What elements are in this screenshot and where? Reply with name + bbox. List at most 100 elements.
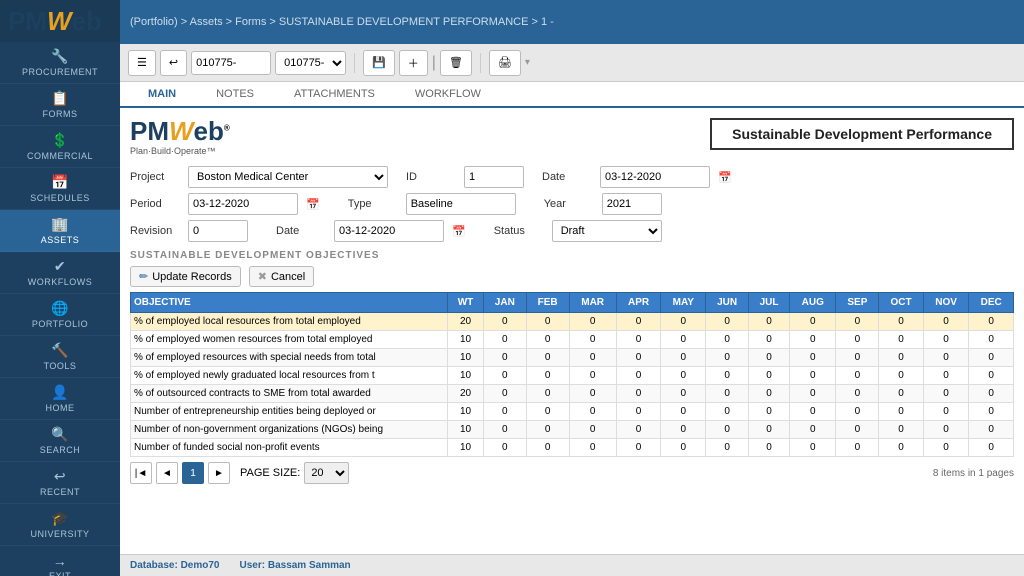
cell-aug[interactable]: 0 <box>790 313 836 331</box>
cancel-icon: ✖ <box>258 270 267 283</box>
cell-wt: 20 <box>448 385 484 403</box>
cell-oct: 0 <box>879 421 924 439</box>
cell-may: 0 <box>661 331 706 349</box>
col-mar: MAR <box>569 293 616 313</box>
sidebar-item-university[interactable]: 🎓 University <box>0 504 120 546</box>
sidebar-item-tools[interactable]: 🔨 Tools <box>0 336 120 378</box>
tabs: MAIN NOTES ATTACHMENTS WORKFLOW <box>120 82 1024 108</box>
tab-attachments[interactable]: ATTACHMENTS <box>274 82 395 108</box>
cell-jun[interactable]: 0 <box>706 313 749 331</box>
sidebar: PMWeb 🔧 Procurement 📋 Forms 💲 Commercial… <box>0 0 120 576</box>
cell-aug: 0 <box>790 331 836 349</box>
sidebar-item-procurement[interactable]: 🔧 Procurement <box>0 42 120 84</box>
year-input[interactable] <box>602 193 662 215</box>
search-icon: 🔍 <box>51 426 69 443</box>
cell-wt: 10 <box>448 349 484 367</box>
portfolio-icon: 🌐 <box>51 300 69 317</box>
period-input[interactable] <box>188 193 298 215</box>
col-may: MAY <box>661 293 706 313</box>
field-row-1: Project Boston Medical Center ID Date 📅 <box>130 166 1014 188</box>
sidebar-item-commercial[interactable]: 💲 Commercial <box>0 126 120 168</box>
col-feb: FEB <box>526 293 569 313</box>
project-dropdown[interactable]: Boston Medical Center <box>188 166 388 188</box>
sidebar-item-workflows[interactable]: ✔ Workflows <box>0 252 120 294</box>
record-id-input[interactable] <box>191 51 271 75</box>
cell-feb[interactable]: 0 <box>526 313 569 331</box>
separator-1 <box>354 53 355 73</box>
breadcrumb: (Portfolio) > Assets > Forms > SUSTAINAB… <box>130 16 554 28</box>
cancel-button[interactable]: ✖ Cancel <box>249 266 314 287</box>
col-objective: OBJECTIVE <box>131 293 448 313</box>
cell-aug: 0 <box>790 421 836 439</box>
cell-sep: 0 <box>836 331 879 349</box>
cell-feb: 0 <box>526 421 569 439</box>
prev-page-button[interactable]: ◄ <box>156 462 178 484</box>
sidebar-logo: PMWeb <box>0 0 120 42</box>
cell-dec: 0 <box>969 421 1014 439</box>
add-button[interactable]: ＋ <box>399 50 428 76</box>
tab-main[interactable]: MAIN <box>128 82 196 108</box>
procurement-icon: 🔧 <box>51 48 69 65</box>
form-header: PMWeb® Plan·Build·Operate™ Sustainable D… <box>130 118 1014 156</box>
sidebar-item-assets[interactable]: 🏢 Assets <box>0 210 120 252</box>
cell-jul: 0 <box>749 439 790 457</box>
table-row: % of employed women resources from total… <box>131 331 1014 349</box>
cell-nov[interactable]: 0 <box>923 313 968 331</box>
delete-button[interactable]: 🗑 <box>440 50 472 76</box>
update-icon: ✏ <box>139 270 148 283</box>
cell-oct[interactable]: 0 <box>879 313 924 331</box>
list-view-button[interactable]: ☰ <box>128 50 156 76</box>
field-row-3: Revision Date 📅 Status Draft <box>130 220 1014 242</box>
current-page-button[interactable]: 1 <box>182 462 204 484</box>
col-sep: SEP <box>836 293 879 313</box>
cell-wt: 10 <box>448 367 484 385</box>
cell-mar[interactable]: 0 <box>569 313 616 331</box>
calendar-icon-1[interactable]: 📅 <box>718 171 732 184</box>
tab-workflow[interactable]: WORKFLOW <box>395 82 501 108</box>
cell-may[interactable]: 0 <box>661 313 706 331</box>
cell-sep[interactable]: 0 <box>836 313 879 331</box>
status-dropdown[interactable]: Draft <box>552 220 662 242</box>
cell-may: 0 <box>661 367 706 385</box>
cell-dec[interactable]: 0 <box>969 313 1014 331</box>
cell-jul[interactable]: 0 <box>749 313 790 331</box>
page-size-select[interactable]: 20 50 100 <box>304 462 349 484</box>
cell-nov: 0 <box>923 403 968 421</box>
sidebar-item-search[interactable]: 🔍 Search <box>0 420 120 462</box>
table-row: % of employed resources with special nee… <box>131 349 1014 367</box>
cell-oct: 0 <box>879 331 924 349</box>
save-button[interactable]: 💾 <box>363 50 395 76</box>
commercial-icon: 💲 <box>51 132 69 149</box>
id-input[interactable] <box>464 166 524 188</box>
next-page-button[interactable]: ► <box>208 462 230 484</box>
update-records-button[interactable]: ✏ Update Records <box>130 266 241 287</box>
recent-icon: ↩ <box>54 468 66 485</box>
cell-mar: 0 <box>569 331 616 349</box>
revision-input[interactable] <box>188 220 248 242</box>
col-jan: JAN <box>483 293 526 313</box>
print-button[interactable]: 🖨 <box>489 50 521 76</box>
print-dropdown[interactable]: ▾ <box>525 57 530 68</box>
sidebar-item-exit[interactable]: → Exit <box>0 546 120 576</box>
cell-wt: 10 <box>448 403 484 421</box>
sidebar-item-schedules[interactable]: 📅 Schedules <box>0 168 120 210</box>
date-input-1[interactable] <box>600 166 710 188</box>
history-button[interactable]: ↩ <box>160 50 187 76</box>
calendar-icon-2[interactable]: 📅 <box>452 225 466 238</box>
cell-jan: 0 <box>483 421 526 439</box>
table-actions: ✏ Update Records ✖ Cancel <box>130 266 1014 287</box>
cell-may: 0 <box>661 403 706 421</box>
sidebar-item-forms[interactable]: 📋 Forms <box>0 84 120 126</box>
record-dropdown[interactable]: 010775- <box>275 51 346 75</box>
cell-mar: 0 <box>569 421 616 439</box>
sidebar-item-recent[interactable]: ↩ Recent <box>0 462 120 504</box>
first-page-button[interactable]: |◄ <box>130 462 152 484</box>
cell-jan[interactable]: 0 <box>483 313 526 331</box>
type-input[interactable] <box>406 193 516 215</box>
calendar-icon-period[interactable]: 📅 <box>306 198 320 211</box>
cell-apr[interactable]: 0 <box>616 313 661 331</box>
tab-notes[interactable]: NOTES <box>196 82 274 108</box>
sidebar-item-portfolio[interactable]: 🌐 Portfolio <box>0 294 120 336</box>
date-input-2[interactable] <box>334 220 444 242</box>
sidebar-item-home[interactable]: 👤 Home <box>0 378 120 420</box>
